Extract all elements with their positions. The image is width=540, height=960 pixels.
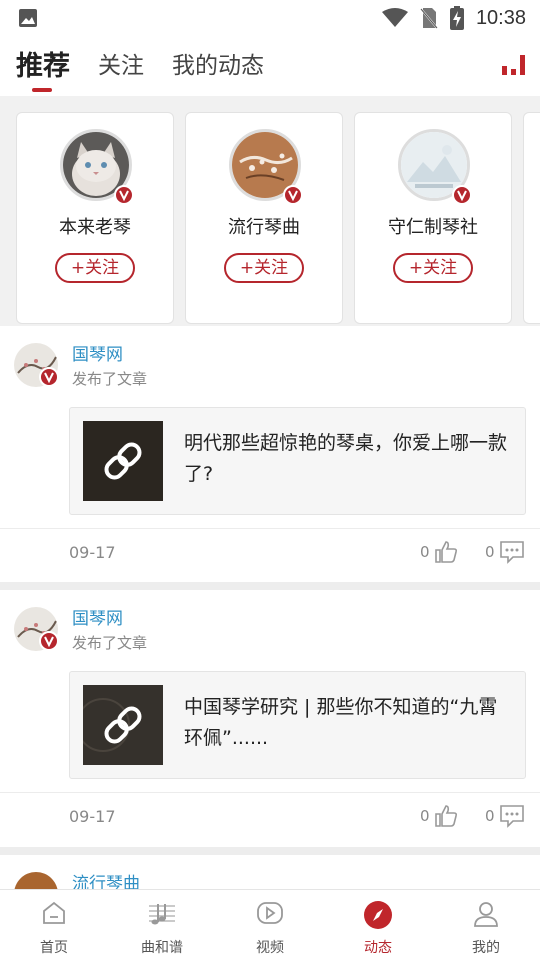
wifi-icon bbox=[381, 8, 408, 27]
verified-badge-icon bbox=[114, 185, 134, 205]
recommended-accounts: 本来老琴 +关注 流行琴曲 +关注 守仁制琴社 +关注 bbox=[0, 96, 540, 326]
verified-badge-icon bbox=[452, 185, 472, 205]
nav-music-score[interactable]: 曲和谱 bbox=[108, 890, 216, 960]
ranking-icon[interactable] bbox=[502, 54, 526, 76]
home-icon bbox=[43, 901, 65, 924]
video-icon bbox=[257, 902, 283, 924]
recommend-card[interactable]: 守仁制琴社 +关注 bbox=[354, 112, 512, 324]
status-time: 10:38 bbox=[475, 6, 526, 29]
section-separator bbox=[0, 582, 540, 590]
feed-post: 国琴网 发布了文章 中国琴学研究 | 那些你不知道的“九霄环佩”...... 0… bbox=[0, 590, 540, 847]
feed-post: 国琴网 发布了文章 明代那些超惊艳的琴桌，你爱上哪一款了? 09-17 0 0 bbox=[0, 326, 540, 582]
verified-badge-icon bbox=[39, 631, 59, 651]
like-button[interactable]: 0 bbox=[420, 804, 458, 828]
follow-button[interactable]: +关注 bbox=[55, 253, 135, 283]
follow-button[interactable]: +关注 bbox=[224, 253, 304, 283]
account-name: 流行琴曲 bbox=[228, 217, 300, 238]
post-date: 09-17 bbox=[69, 807, 116, 826]
link-icon bbox=[83, 421, 163, 501]
status-bar: 10:38 bbox=[0, 0, 540, 36]
comment-icon bbox=[499, 805, 524, 828]
divider bbox=[0, 792, 540, 793]
battery-charging-icon bbox=[449, 6, 464, 30]
article-thumbnail bbox=[83, 421, 163, 501]
article-title: 中国琴学研究 | 那些你不知道的“九霄环佩”...... bbox=[184, 696, 498, 749]
no-sim-icon bbox=[420, 8, 438, 29]
nav-profile[interactable]: 我的 bbox=[432, 890, 540, 960]
comment-button[interactable]: 0 bbox=[485, 804, 525, 828]
image-notification-icon bbox=[19, 9, 37, 27]
section-separator bbox=[0, 847, 540, 855]
nav-label: 动态 bbox=[364, 940, 392, 956]
nav-label: 我的 bbox=[472, 940, 500, 956]
nav-video[interactable]: 视频 bbox=[216, 890, 324, 960]
thumbs-up-icon bbox=[434, 805, 457, 827]
music-score-icon bbox=[149, 904, 175, 925]
tab-my-activity[interactable]: 我的动态 bbox=[172, 54, 264, 78]
recommend-card-partial[interactable] bbox=[523, 112, 540, 324]
author-name[interactable]: 国琴网 bbox=[72, 340, 123, 365]
nav-label: 曲和谱 bbox=[141, 940, 183, 956]
nav-home[interactable]: 首页 bbox=[0, 890, 108, 960]
bottom-navigation: 首页 曲和谱 视频 动态 我的 bbox=[0, 889, 540, 960]
verified-badge-icon bbox=[283, 185, 303, 205]
top-tab-bar: 推荐 关注 我的动态 bbox=[0, 36, 540, 96]
article-link-card[interactable]: 明代那些超惊艳的琴桌，你爱上哪一款了? bbox=[69, 407, 526, 515]
divider bbox=[0, 528, 540, 529]
comment-count: 0 bbox=[485, 807, 495, 825]
thumbs-up-icon bbox=[434, 541, 457, 563]
post-action-text: 发布了文章 bbox=[72, 634, 148, 652]
tab-recommend[interactable]: 推荐 bbox=[16, 53, 70, 92]
comment-icon bbox=[499, 541, 524, 564]
author-name[interactable]: 国琴网 bbox=[72, 604, 123, 629]
tab-following[interactable]: 关注 bbox=[98, 54, 144, 78]
comment-button[interactable]: 0 bbox=[485, 540, 525, 564]
verified-badge-icon bbox=[39, 367, 59, 387]
account-name: 守仁制琴社 bbox=[388, 217, 478, 238]
article-thumbnail bbox=[83, 685, 163, 765]
follow-button[interactable]: +关注 bbox=[393, 253, 473, 283]
nav-activity[interactable]: 动态 bbox=[324, 890, 432, 960]
recommend-card[interactable]: 流行琴曲 +关注 bbox=[185, 112, 343, 324]
profile-icon bbox=[474, 902, 498, 927]
article-title: 明代那些超惊艳的琴桌，你爱上哪一款了? bbox=[184, 432, 508, 485]
nav-label: 首页 bbox=[40, 940, 68, 956]
nav-label: 视频 bbox=[256, 940, 284, 956]
like-count: 0 bbox=[420, 807, 430, 825]
link-icon bbox=[83, 685, 163, 765]
like-button[interactable]: 0 bbox=[420, 540, 458, 564]
comment-count: 0 bbox=[485, 543, 495, 561]
article-link-card[interactable]: 中国琴学研究 | 那些你不知道的“九霄环佩”...... bbox=[69, 671, 526, 779]
post-action-text: 发布了文章 bbox=[72, 370, 148, 388]
post-date: 09-17 bbox=[69, 543, 116, 562]
account-name: 本来老琴 bbox=[59, 217, 131, 238]
recommend-card[interactable]: 本来老琴 +关注 bbox=[16, 112, 174, 324]
compass-icon bbox=[364, 901, 392, 929]
like-count: 0 bbox=[420, 543, 430, 561]
